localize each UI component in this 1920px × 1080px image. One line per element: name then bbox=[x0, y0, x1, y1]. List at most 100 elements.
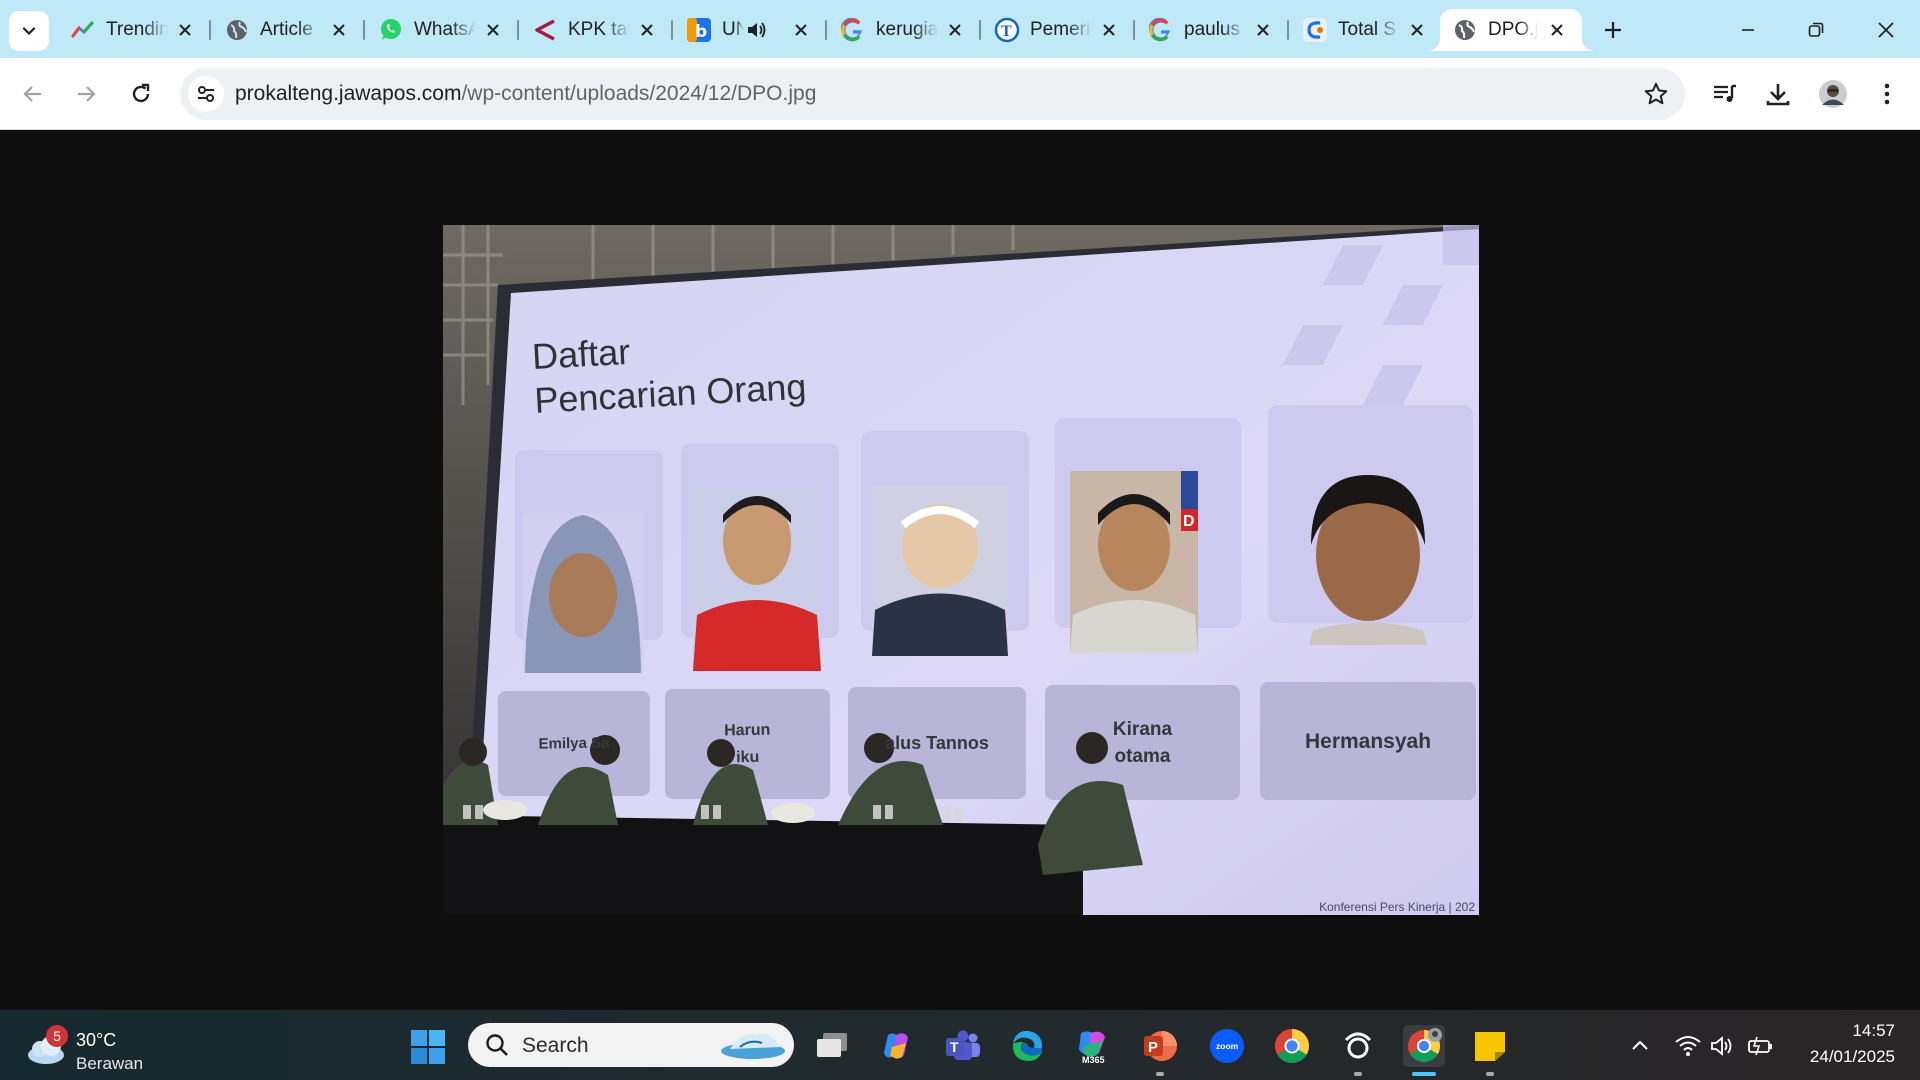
close-icon[interactable] bbox=[482, 19, 504, 41]
taskbar-powerpoint[interactable]: P bbox=[1139, 1025, 1181, 1076]
m365-label: M365 bbox=[1082, 1055, 1105, 1065]
taskbar-microsoft365[interactable]: M365 bbox=[1073, 1025, 1115, 1067]
bookmark-star-button[interactable] bbox=[1641, 79, 1671, 109]
start-button[interactable] bbox=[408, 1027, 448, 1067]
arrow-left-icon bbox=[23, 86, 41, 102]
close-icon[interactable] bbox=[1406, 19, 1428, 41]
tab-dpo-jpg[interactable]: DPO.jpg bbox=[1428, 9, 1594, 51]
chrome-icon bbox=[1275, 1029, 1309, 1063]
tab-kerugian[interactable]: kerugian bbox=[828, 9, 981, 51]
svg-text:T: T bbox=[1001, 23, 1012, 40]
taskbar-teams[interactable]: T bbox=[942, 1025, 984, 1067]
tab-title: DPO.jpg bbox=[1488, 19, 1538, 40]
tab-separator bbox=[1133, 20, 1135, 40]
tune-icon bbox=[198, 86, 214, 102]
tab-title: KPK tangkap bbox=[568, 19, 630, 40]
tab-kpk[interactable]: KPK tangkap bbox=[520, 9, 673, 51]
tab-separator bbox=[363, 20, 365, 40]
image-viewer: D Daftar Pencarian Orang Emilya Sa Harun… bbox=[0, 131, 1920, 1010]
battery-status[interactable] bbox=[1745, 1031, 1775, 1061]
system-clock[interactable]: 14:57 24/01/2025 bbox=[1810, 1021, 1895, 1067]
edge-icon bbox=[1012, 1030, 1043, 1061]
task-view-icon bbox=[817, 1033, 847, 1057]
tab-separator bbox=[517, 20, 519, 40]
site-b-icon: b bbox=[686, 17, 712, 43]
globe-icon bbox=[1452, 17, 1478, 43]
close-icon[interactable] bbox=[790, 19, 812, 41]
tab-article[interactable]: Article bbox=[212, 9, 365, 51]
windows-taskbar: 5 30°C Berawan Search T M365 P zoom 14:5… bbox=[0, 1010, 1920, 1080]
site-info-button[interactable] bbox=[188, 76, 224, 112]
tab-paulus[interactable]: paulus bbox=[1136, 9, 1289, 51]
address-bar[interactable]: prokalteng.jawapos.com/wp-content/upload… bbox=[180, 68, 1685, 120]
volume-status[interactable] bbox=[1708, 1031, 1738, 1061]
star-icon bbox=[1644, 82, 1668, 105]
taskbar-connect-app[interactable] bbox=[1337, 1025, 1379, 1076]
tab-title: Total S bbox=[1338, 19, 1397, 40]
m365-icon: M365 bbox=[1079, 1031, 1105, 1065]
close-icon bbox=[1878, 22, 1894, 38]
new-tab-button[interactable] bbox=[1597, 14, 1629, 46]
globe-icon bbox=[224, 17, 250, 43]
powerpoint-icon: P bbox=[1144, 1031, 1177, 1061]
close-icon[interactable] bbox=[174, 19, 196, 41]
media-control-button[interactable] bbox=[1705, 74, 1745, 114]
minimize-button[interactable] bbox=[1724, 10, 1772, 50]
tab-title: Article bbox=[260, 19, 313, 40]
close-icon[interactable] bbox=[328, 19, 350, 41]
url-text[interactable]: prokalteng.jawapos.com/wp-content/upload… bbox=[235, 82, 816, 106]
arrow-right-icon bbox=[78, 86, 96, 102]
close-window-button[interactable] bbox=[1862, 10, 1910, 50]
chevron-up-icon bbox=[1632, 1040, 1648, 1050]
sticky-notes-icon bbox=[1475, 1032, 1505, 1061]
wifi-icon bbox=[1675, 1036, 1701, 1056]
close-icon[interactable] bbox=[1252, 19, 1274, 41]
tab-unggah[interactable]: b UNGGAH bbox=[674, 9, 827, 51]
svg-text:b: b bbox=[695, 22, 707, 42]
speaker-icon[interactable] bbox=[746, 20, 768, 45]
close-icon[interactable] bbox=[944, 19, 966, 41]
chevron-down-icon bbox=[22, 27, 36, 36]
forward-button[interactable] bbox=[66, 74, 106, 114]
taskbar-sticky-notes[interactable] bbox=[1469, 1025, 1511, 1076]
tab-total[interactable]: Total S bbox=[1290, 9, 1442, 51]
tab-trending[interactable]: Trending bbox=[58, 9, 211, 51]
ppt-label: P bbox=[1148, 1039, 1158, 1056]
tab-title: paulus bbox=[1184, 19, 1240, 40]
dpo-photo[interactable]: D Daftar Pencarian Orang Emilya Sa Harun… bbox=[443, 225, 1479, 915]
close-icon[interactable] bbox=[1098, 19, 1120, 41]
tab-title: Pemerintah bbox=[1030, 19, 1092, 40]
restore-button[interactable] bbox=[1792, 10, 1840, 50]
taskbar-chrome-active[interactable] bbox=[1403, 1025, 1445, 1076]
connect-icon bbox=[1344, 1032, 1372, 1059]
browser-toolbar: prokalteng.jawapos.com/wp-content/upload… bbox=[0, 58, 1920, 130]
chrome-menu-button[interactable] bbox=[1867, 74, 1907, 114]
close-icon[interactable] bbox=[1546, 19, 1568, 41]
taskbar-copilot[interactable] bbox=[876, 1025, 918, 1067]
tab-title: Trending bbox=[106, 19, 168, 40]
taskbar-chrome[interactable] bbox=[1271, 1025, 1313, 1067]
taskbar-edge[interactable] bbox=[1007, 1025, 1049, 1067]
weather-widget[interactable]: 5 30°C Berawan bbox=[24, 1019, 194, 1073]
wifi-status[interactable] bbox=[1673, 1031, 1703, 1061]
tab-title: UNGGAH bbox=[722, 19, 744, 40]
tab-search-button[interactable] bbox=[9, 11, 49, 51]
nameplate-2: Harun iku bbox=[723, 721, 771, 767]
show-hidden-icons-button[interactable] bbox=[1625, 1031, 1655, 1061]
taskbar-zoom[interactable]: zoom bbox=[1206, 1025, 1248, 1067]
taskbar-search-box[interactable]: Search bbox=[468, 1023, 794, 1067]
tab-whatsapp[interactable]: WhatsApp bbox=[366, 9, 519, 51]
search-highlight-icon bbox=[721, 1033, 785, 1059]
downloads-button[interactable] bbox=[1758, 74, 1798, 114]
nameplate-5: Hermansyah bbox=[1304, 729, 1432, 753]
taskbar-task-view[interactable] bbox=[811, 1025, 853, 1067]
more-vert-icon bbox=[1884, 83, 1890, 105]
back-button[interactable] bbox=[13, 74, 53, 114]
profile-button[interactable] bbox=[1813, 74, 1853, 114]
tribun-icon: T bbox=[994, 17, 1020, 43]
close-icon[interactable] bbox=[636, 19, 658, 41]
reload-button[interactable] bbox=[121, 74, 161, 114]
windows-icon bbox=[411, 1030, 445, 1064]
tab-pemerintah[interactable]: T Pemerintah bbox=[982, 9, 1135, 51]
running-indicator bbox=[1486, 1072, 1494, 1076]
